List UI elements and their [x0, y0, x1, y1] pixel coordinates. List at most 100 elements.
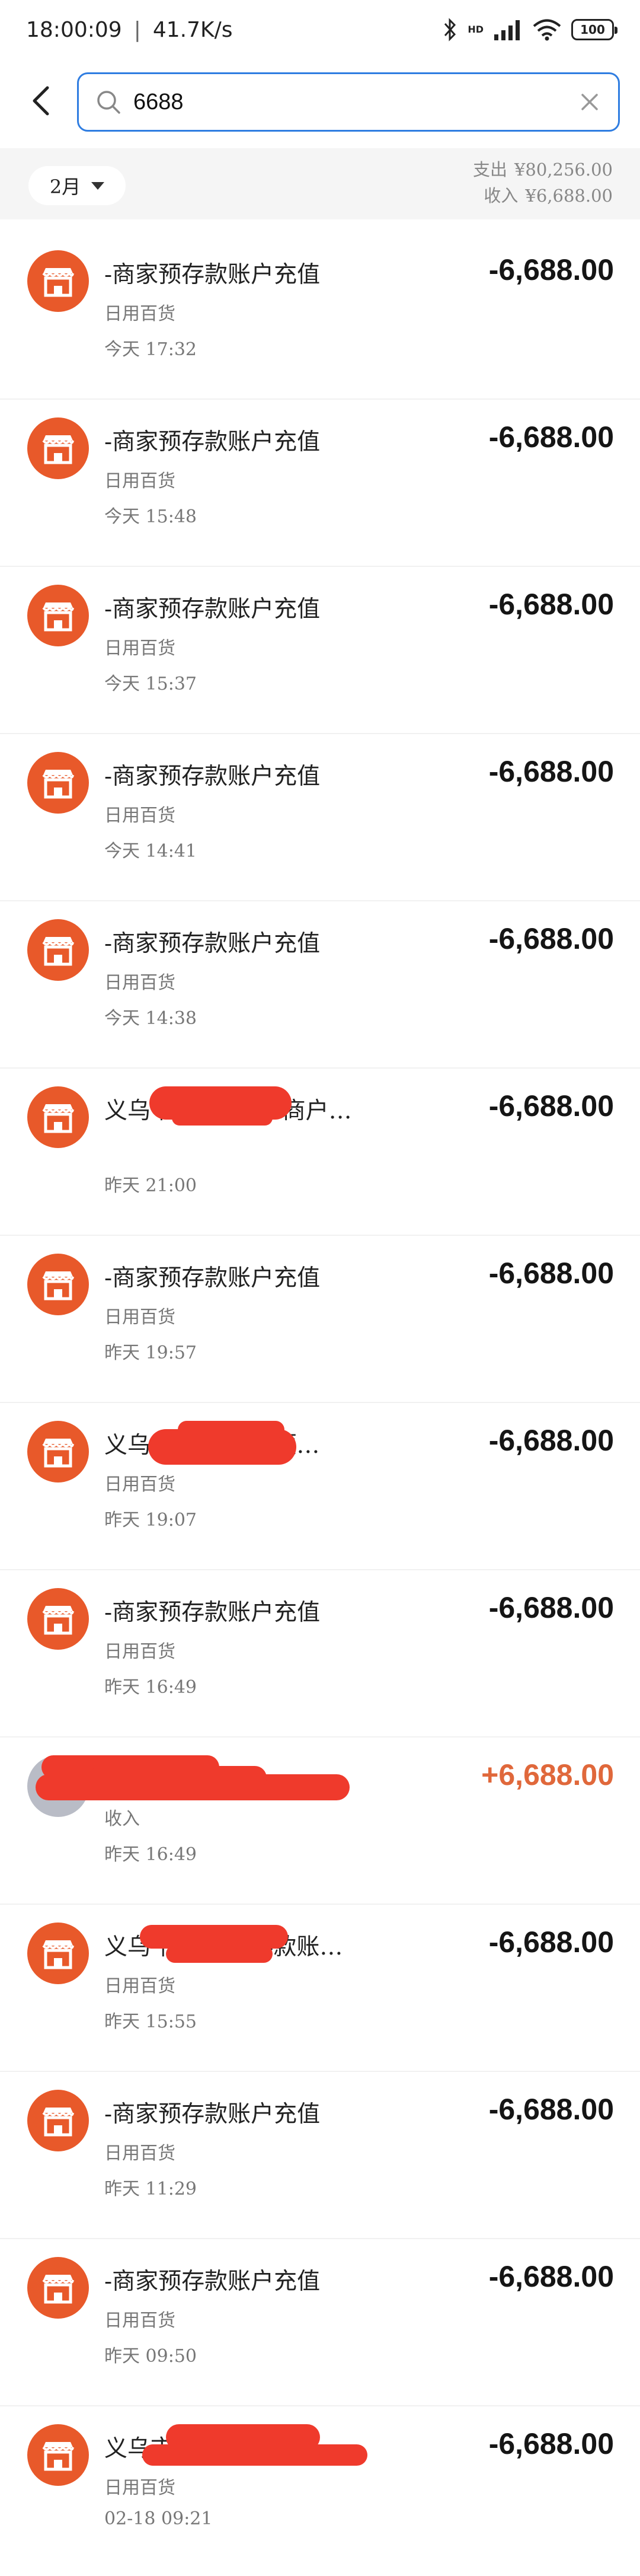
transaction-category: 日用百货 — [104, 1307, 175, 1328]
transaction-row[interactable]: -商家预存款账户充值 日用百货 今天 14:38 -6,688.00 — [0, 901, 640, 1069]
search-icon — [97, 91, 120, 114]
transaction-time: 昨天 16:49 — [104, 1844, 197, 1865]
battery-level: 100 — [580, 23, 605, 37]
transaction-row[interactable]: -商家预存款账户充值 日用百货 昨天 09:50 -6,688.00 — [0, 2239, 640, 2406]
status-time: 18:00:09 — [26, 17, 122, 42]
transaction-time: 今天 15:48 — [104, 506, 197, 527]
transaction-row[interactable]: -商家预存款账户充值 日用百货 昨天 11:29 -6,688.00 — [0, 2072, 640, 2239]
shop-icon — [27, 1588, 89, 1650]
transaction-title: -商家预存款账户充值 — [104, 429, 321, 455]
transaction-amount: -6,688.00 — [488, 755, 614, 788]
transaction-category: 日用百货 — [104, 1474, 175, 1495]
transaction-amount: +6,688.00 — [481, 1758, 614, 1791]
transaction-title: -商家预存款账户充值 — [104, 930, 321, 957]
redaction-mark — [166, 1945, 273, 1963]
income-label: 收入 — [484, 186, 519, 206]
shop-icon — [27, 1421, 89, 1483]
transaction-row[interactable]: 义乌市 商家预… 日用百货 02-18 09:21 -6,688.00 — [0, 2406, 640, 2574]
transaction-title: -商家预存款账户充值 — [104, 763, 321, 790]
page: 18:00:09 | 41.7K/s HD 100 6688 2月 支出 ¥80… — [0, 0, 640, 2576]
transaction-title: -商家预存款账户充值 — [104, 2268, 321, 2295]
transaction-category: 日用百货 — [104, 1976, 175, 1997]
status-network-speed: 41.7K/s — [152, 17, 233, 42]
transaction-amount: -6,688.00 — [488, 588, 614, 621]
transaction-time: 昨天 21:00 — [104, 1175, 197, 1196]
shop-icon — [27, 1086, 89, 1148]
transaction-row[interactable]: -商家预存款账户充值 日用百货 今天 15:48 -6,688.00 — [0, 400, 640, 567]
shop-icon — [27, 2424, 89, 2486]
transaction-category: 收入 — [104, 1809, 140, 1829]
transaction-amount: -6,688.00 — [488, 1925, 614, 1959]
hd-badge: HD — [468, 24, 484, 35]
transaction-title: -商家预存款账户充值 — [104, 1265, 321, 1292]
transaction-time: 02-18 09:21 — [104, 2508, 213, 2529]
transaction-time: 昨天 15:55 — [104, 2011, 197, 2032]
summary-bar: 2月 支出 ¥80,256.00 收入 ¥6,688.00 — [0, 148, 640, 219]
transaction-time: 昨天 16:49 — [104, 1677, 197, 1698]
transaction-category: 日用百货 — [104, 638, 175, 659]
battery-icon: 100 — [571, 19, 617, 40]
transaction-category: 日用百货 — [104, 2143, 175, 2164]
shop-icon — [27, 250, 89, 312]
chevron-left-icon[interactable] — [24, 83, 59, 119]
search-input[interactable] — [133, 89, 578, 115]
transaction-time: 昨天 11:29 — [104, 2179, 197, 2199]
search-header — [0, 65, 640, 136]
transaction-amount: -6,688.00 — [488, 2093, 614, 2126]
transaction-amount: -6,688.00 — [488, 2427, 614, 2460]
transaction-row[interactable]: -商家预存款账户充值 日用百货 昨天 19:57 -6,688.00 — [0, 1236, 640, 1403]
transaction-category: 日用百货 — [104, 2478, 175, 2498]
transaction-time: 今天 14:38 — [104, 1008, 197, 1029]
caret-down-icon — [91, 181, 105, 190]
expense-value: ¥80,256.00 — [514, 160, 613, 180]
redaction-mark — [142, 2444, 367, 2466]
transaction-amount: -6,688.00 — [488, 420, 614, 454]
transaction-category: 日用百货 — [104, 973, 175, 993]
transaction-category: 日用百货 — [104, 471, 175, 492]
month-picker[interactable]: 2月 — [28, 166, 126, 205]
transaction-title: -商家预存款账户充值 — [104, 262, 321, 288]
transaction-row[interactable]: -商家预存款账户充值 日用百货 今天 14:41 -6,688.00 — [0, 734, 640, 901]
shop-icon — [27, 417, 89, 479]
transaction-row[interactable]: -商家预存款账户充值 日用百货 今天 15:37 -6,688.00 — [0, 567, 640, 734]
transaction-row[interactable]: 义乌 行商家预存款账… 日用百货 昨天 15:55 -6,688.00 — [0, 1905, 640, 2072]
transaction-row[interactable]: 义乌 限公司商家预… 日用百货 昨天 19:07 -6,688.00 — [0, 1403, 640, 1570]
transaction-time: 今天 15:37 — [104, 674, 197, 694]
summary-totals: 支出 ¥80,256.00 收入 ¥6,688.00 — [473, 157, 613, 209]
transaction-time: 昨天 19:07 — [104, 1510, 197, 1531]
shop-icon — [27, 2257, 89, 2319]
transaction-title: -商家预存款账户充值 — [104, 2101, 321, 2128]
transaction-category: 日用百货 — [104, 2310, 175, 2331]
transaction-row[interactable]: 收入 昨天 16:49 +6,688.00 — [0, 1737, 640, 1905]
transaction-amount: -6,688.00 — [488, 922, 614, 955]
shop-icon — [27, 1923, 89, 1984]
redaction-mark — [178, 1421, 284, 1439]
status-separator: | — [133, 17, 141, 42]
transaction-time: 今天 14:41 — [104, 841, 197, 862]
expense-label: 支出 — [472, 160, 507, 180]
transaction-amount: -6,688.00 — [488, 1424, 614, 1457]
shop-icon — [27, 585, 89, 646]
transaction-time: 今天 17:32 — [104, 339, 197, 360]
transaction-category: 日用百货 — [104, 1641, 175, 1662]
signal-icon — [494, 20, 520, 40]
wifi-icon — [533, 19, 561, 41]
status-icons: HD 100 — [443, 18, 617, 42]
shop-icon — [27, 1254, 89, 1315]
transaction-title: -商家预存款账户充值 — [104, 596, 321, 623]
transaction-title: -商家预存款账户充值 — [104, 1599, 321, 1626]
transaction-category: 日用百货 — [104, 304, 175, 324]
search-box[interactable] — [77, 72, 620, 132]
transaction-row[interactable]: -商家预存款账户充值 日用百货 今天 17:32 -6,688.00 — [0, 232, 640, 400]
shop-icon — [27, 2090, 89, 2151]
shop-icon — [27, 919, 89, 981]
redaction-mark — [89, 1766, 267, 1790]
transaction-row[interactable]: 义乌 商行(个体工商户… 昨天 21:00 -6,688.00 — [0, 1069, 640, 1236]
month-label: 2月 — [49, 176, 81, 198]
redaction-mark — [172, 1110, 273, 1126]
close-icon[interactable] — [578, 90, 601, 114]
transaction-list: -商家预存款账户充值 日用百货 今天 17:32 -6,688.00 -商家预存… — [0, 232, 640, 2574]
transaction-row[interactable]: -商家预存款账户充值 日用百货 昨天 16:49 -6,688.00 — [0, 1570, 640, 1737]
income-value: ¥6,688.00 — [525, 186, 613, 206]
transaction-amount: -6,688.00 — [488, 253, 614, 286]
